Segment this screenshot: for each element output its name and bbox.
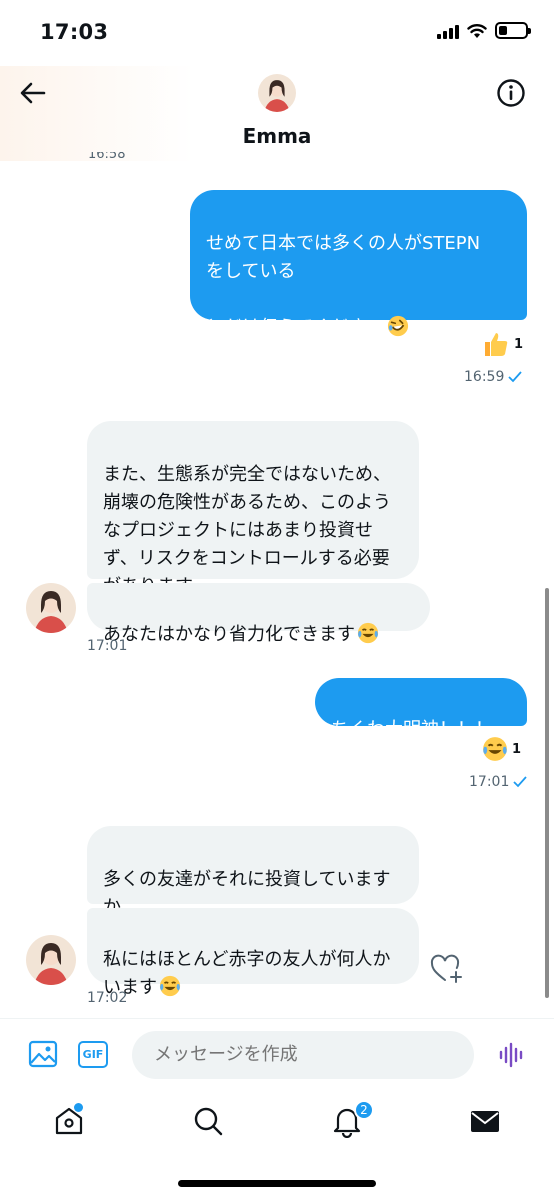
received-message-bubble[interactable]: あなたはかなり省力化できます: [87, 583, 430, 645]
battery-icon: [495, 22, 531, 39]
message-timestamp: 17:01: [469, 774, 528, 790]
checkmark-icon: [508, 371, 523, 383]
wifi-icon: [467, 23, 487, 38]
message-text: あなたはかなり省力化できます: [103, 624, 355, 645]
header-avatar[interactable]: [258, 74, 296, 112]
sent-message-bubble[interactable]: せめて日本では多くの人がSTEPN をしている とだけ伝えてください: [190, 190, 527, 338]
scrollbar[interactable]: [545, 588, 549, 998]
conversation-header: Emma: [0, 66, 554, 161]
voice-waveform-icon: [499, 1042, 523, 1068]
voice-message-button[interactable]: [498, 1041, 526, 1069]
message-composer: GIF: [0, 1018, 554, 1088]
home-indicator[interactable]: [178, 1180, 376, 1187]
thumbs-up-emoji-icon: [485, 333, 508, 356]
message-timestamp: 17:01: [87, 638, 128, 654]
contact-name: Emma: [242, 124, 312, 148]
status-time: 17:03: [40, 20, 109, 44]
sent-message-bubble[interactable]: ちくわ大明神！！！: [315, 678, 527, 740]
received-message-bubble[interactable]: また、生態系が完全ではないため、崩壊の危険性があるため、このようなプロジェクトに…: [87, 421, 419, 597]
message-timestamp: 17:02: [87, 990, 128, 1006]
image-icon: [28, 1040, 58, 1068]
gif-button[interactable]: GIF: [78, 1041, 108, 1068]
search-icon: [194, 1107, 223, 1136]
message-text: また、生態系が完全ではないため、崩壊の危険性があるため、このようなプロジェクトに…: [103, 464, 391, 597]
contact-avatar[interactable]: [26, 935, 76, 985]
message-text: ちくわ大明神！！！: [331, 719, 493, 740]
back-button[interactable]: [18, 78, 48, 108]
joy-emoji-icon: [357, 622, 379, 644]
message-reaction[interactable]: 1: [482, 330, 523, 358]
status-icons: [437, 22, 531, 39]
message-input[interactable]: [132, 1031, 474, 1079]
reaction-count: 1: [514, 336, 524, 352]
message-text: せめて日本では多くの人がSTEPN をしている とだけ伝えてください: [206, 233, 481, 338]
add-image-button[interactable]: [28, 1039, 58, 1069]
tab-messages[interactable]: [468, 1104, 502, 1138]
arrow-left-icon: [20, 82, 46, 104]
notifications-badge: 2: [354, 1100, 374, 1120]
contact-avatar[interactable]: [26, 583, 76, 633]
info-icon: [497, 79, 525, 107]
reaction-count: 1: [512, 741, 522, 757]
mail-icon: [471, 1111, 499, 1132]
message-timestamp: 16:59: [464, 369, 523, 385]
signal-icon: [437, 23, 459, 39]
status-bar: 17:03: [0, 0, 554, 66]
home-notification-dot: [74, 1103, 83, 1112]
received-message-bubble[interactable]: 私にはほとんど赤字の友人が何人かいます: [87, 908, 419, 998]
message-reaction[interactable]: 1: [482, 736, 521, 762]
partial-timestamp: 16:58: [88, 152, 126, 162]
heart-plus-icon: [430, 954, 462, 983]
info-button[interactable]: [496, 78, 526, 108]
joy-emoji-icon: [159, 975, 181, 997]
received-message-bubble[interactable]: 多くの友達がそれに投資していますか: [87, 826, 419, 918]
rofl-emoji-icon: [387, 315, 408, 337]
add-reaction-button[interactable]: [430, 954, 464, 984]
checkmark-icon: [513, 776, 528, 788]
joy-emoji-icon: [483, 737, 507, 761]
tab-search[interactable]: [191, 1104, 225, 1138]
message-text: 私にはほとんど赤字の友人が何人かいます: [103, 949, 391, 998]
